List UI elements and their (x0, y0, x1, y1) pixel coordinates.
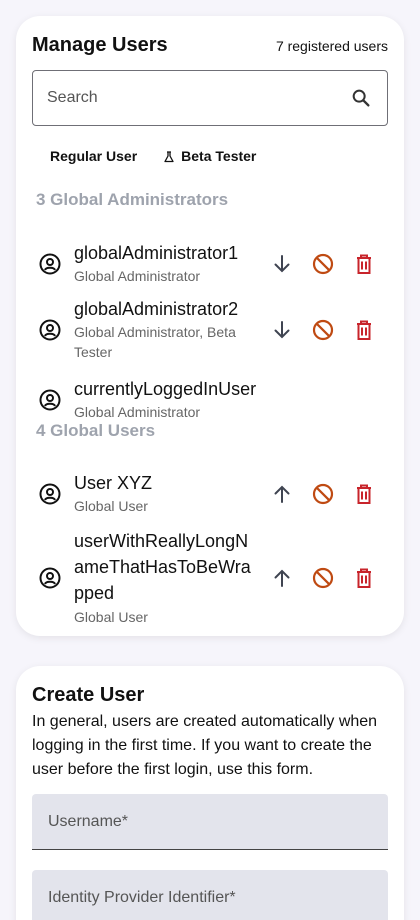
delete-icon[interactable] (352, 252, 376, 276)
arrow-down-icon[interactable] (270, 318, 294, 342)
block-icon[interactable] (311, 252, 335, 276)
group-heading-users: 4 Global Users (36, 421, 156, 440)
username-field[interactable] (32, 794, 388, 850)
arrow-down-icon[interactable] (270, 252, 294, 276)
registered-count: 7 registered users (275, 38, 388, 54)
delete-icon[interactable] (352, 566, 376, 590)
username-input[interactable] (48, 812, 372, 831)
user-role: Global Administrator (74, 404, 201, 420)
user-actions (270, 482, 376, 506)
idp-identifier-input[interactable] (48, 888, 372, 907)
manage-users-card: Manage Users 7 registered users Regular … (16, 16, 404, 636)
filter-regular-user[interactable]: Regular User (50, 148, 137, 164)
user-role: Global User (74, 498, 148, 514)
search-input[interactable] (47, 89, 349, 107)
avatar-icon (38, 318, 62, 342)
user-name: globalAdministrator2 (74, 299, 239, 319)
user-actions (270, 566, 376, 590)
role-filter-row: Regular User Beta Tester (50, 148, 256, 164)
avatar-icon (38, 388, 62, 412)
block-icon[interactable] (311, 566, 335, 590)
search-field[interactable] (32, 70, 388, 126)
user-name: currentlyLoggedInUser (74, 379, 257, 399)
avatar-icon (38, 252, 62, 276)
user-name: globalAdministrator1 (74, 243, 239, 263)
arrow-up-icon[interactable] (270, 566, 294, 590)
manage-users-header: Manage Users 7 registered users (32, 34, 388, 57)
user-name: userWithReallyLongNameThatHasToBeWrapped (74, 531, 251, 603)
idp-identifier-field[interactable] (32, 870, 388, 920)
page-title: Manage Users (32, 34, 168, 56)
search-icon[interactable] (349, 86, 373, 110)
create-user-title: Create User (32, 684, 145, 706)
user-name: User XYZ (74, 473, 153, 493)
create-user-description: In general, users are created automatica… (32, 713, 378, 778)
group-heading-administrators: 3 Global Administrators (36, 190, 229, 209)
create-user-card: Create User In general, users are create… (16, 666, 404, 920)
flask-icon (163, 150, 175, 163)
avatar-icon (38, 482, 62, 506)
user-actions (270, 318, 376, 342)
delete-icon[interactable] (352, 318, 376, 342)
user-role: Global Administrator, Beta Tester (74, 324, 236, 360)
delete-icon[interactable] (352, 482, 376, 506)
arrow-up-icon[interactable] (270, 482, 294, 506)
user-role: Global User (74, 609, 148, 625)
filter-beta-tester[interactable]: Beta Tester (163, 148, 256, 164)
block-icon[interactable] (311, 318, 335, 342)
filter-label: Beta Tester (181, 148, 257, 164)
block-icon[interactable] (311, 482, 335, 506)
avatar-icon (38, 566, 62, 590)
user-role: Global Administrator (74, 268, 201, 284)
filter-label: Regular User (50, 148, 138, 164)
user-actions (270, 252, 376, 276)
